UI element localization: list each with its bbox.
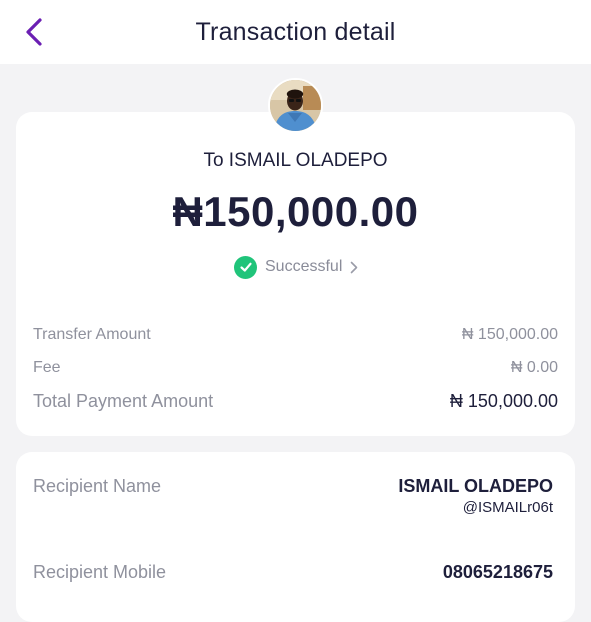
avatar-image xyxy=(270,80,321,131)
fee-row: Fee ₦ 0.00 xyxy=(33,359,558,377)
transaction-amount: ₦150,000.00 xyxy=(172,188,419,235)
recipient-name-value: ISMAIL OLADEPO xyxy=(398,476,553,496)
status-indicator[interactable]: Successful xyxy=(234,255,358,279)
page-title: Transaction detail xyxy=(195,18,396,46)
recipient-mobile-label: Recipient Mobile xyxy=(33,562,167,582)
chevron-right-icon xyxy=(350,261,358,274)
total-payment-value: ₦ 150,000.00 xyxy=(449,391,558,411)
transfer-amount-row: Transfer Amount ₦ 150,000.00 xyxy=(33,326,558,344)
check-circle-icon xyxy=(234,255,257,279)
fee-value: ₦ 0.00 xyxy=(510,359,558,376)
app-header: Transaction detail xyxy=(0,0,591,64)
recipient-name-label: Recipient Name xyxy=(33,476,162,496)
status-text: Successful xyxy=(265,258,343,275)
total-payment-row: Total Payment Amount ₦ 150,000.00 xyxy=(33,391,558,412)
recipient-avatar xyxy=(268,78,323,133)
recipient-handle: @ISMAILr06t xyxy=(462,499,553,516)
transfer-amount-label: Transfer Amount xyxy=(33,326,151,343)
recipient-mobile-value: 08065218675 xyxy=(442,562,553,582)
total-payment-label: Total Payment Amount xyxy=(33,391,214,411)
fee-label: Fee xyxy=(33,359,61,376)
recipient-line: To ISMAIL OLADEPO xyxy=(203,150,388,171)
transfer-amount-value: ₦ 150,000.00 xyxy=(461,326,558,343)
